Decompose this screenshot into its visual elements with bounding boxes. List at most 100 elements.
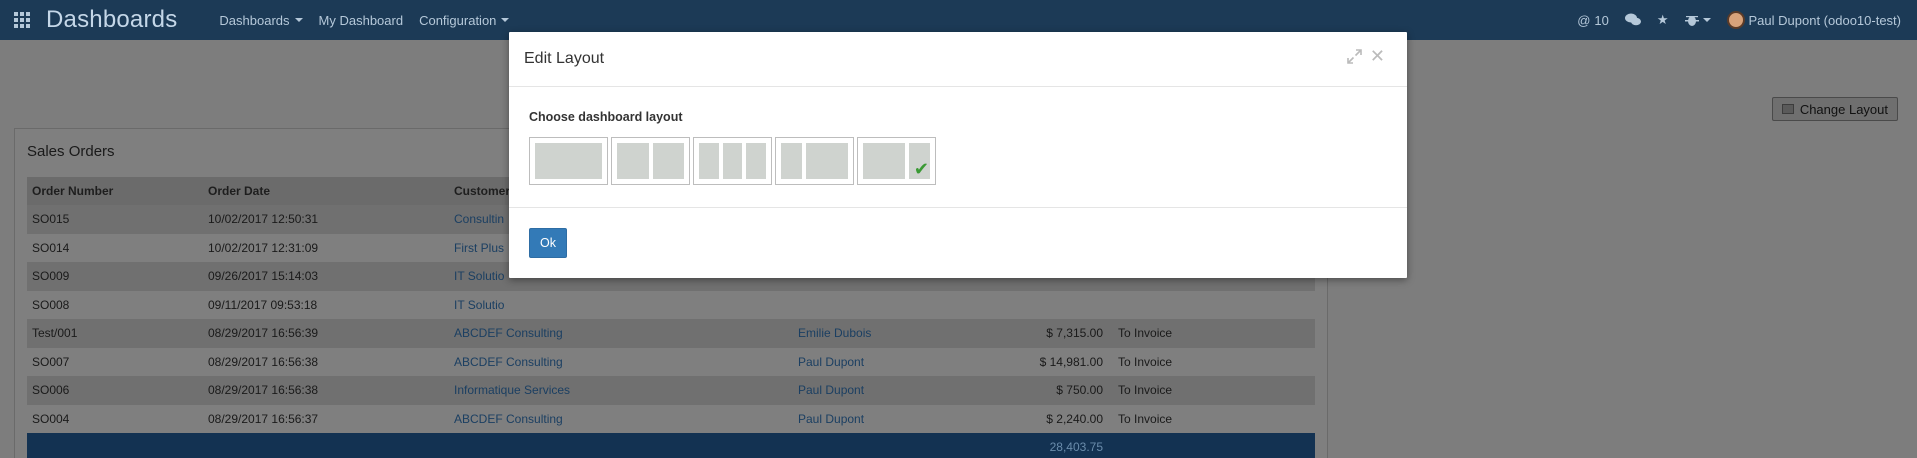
total-row-cell [1113,433,1315,458]
status-cell: To Invoice [1113,404,1315,433]
total-cell: $ 2,240.00 [953,404,1113,433]
menu-configuration-label: Configuration [419,12,497,28]
column-header[interactable]: Order Number [27,177,203,205]
customer-cell[interactable]: Informatique Services [449,376,793,405]
salesperson-cell[interactable]: Emilie Dubois [793,319,953,348]
order-date-cell: 08/29/2017 16:56:38 [203,376,449,405]
order-date-cell: 09/26/2017 15:14:03 [203,262,449,291]
at-icon: @ [1577,12,1591,28]
layout-column [722,143,743,179]
salesperson-cell[interactable] [793,290,953,319]
table-row[interactable]: SO008 09/11/2017 09:53:18 IT Solutio [27,290,1315,319]
layout-column [806,143,848,179]
total-row-cell [449,433,793,458]
layout-icon [1781,104,1794,114]
layout-column [652,143,684,179]
layout-column [699,143,719,179]
caret-down-icon [501,18,510,22]
dialog-body: Choose dashboard layout ✔ [509,87,1407,208]
favorites-button[interactable]: ★ [1657,12,1669,28]
layout-column [535,143,602,179]
layout-option-4[interactable] [775,137,854,185]
customer-cell[interactable]: ABCDEF Consulting [449,404,793,433]
order-date-cell: 08/29/2017 16:56:38 [203,347,449,376]
layout-option-2[interactable] [611,137,690,185]
change-layout-button[interactable]: Change Layout [1771,97,1898,121]
table-row[interactable]: SO007 08/29/2017 16:56:38 ABCDEF Consultin… [27,347,1315,376]
total-row-cell [203,433,449,458]
order-number-cell: Test/001 [27,319,203,348]
customer-cell[interactable]: ABCDEF Consulting [449,347,793,376]
salesperson-cell[interactable]: Paul Dupont [793,347,953,376]
layout-column [781,143,802,179]
order-number-cell: SO014 [27,233,203,262]
customer-cell[interactable]: IT Solutio [449,290,793,319]
table-row[interactable]: SO004 08/29/2017 16:56:37 ABCDEF Consultin… [27,404,1315,433]
order-date-cell: 09/11/2017 09:53:18 [203,290,449,319]
layout-option-5[interactable]: ✔ [857,137,936,185]
debug-menu-button[interactable] [1684,13,1711,27]
dialog-footer: Ok [509,208,1407,278]
salesperson-cell[interactable]: Paul Dupont [793,376,953,405]
caret-down-icon [1702,18,1711,22]
salesperson-cell[interactable]: Paul Dupont [793,404,953,433]
order-number-cell: SO004 [27,404,203,433]
messages-button[interactable] [1624,13,1641,27]
change-layout-label: Change Layout [1799,101,1888,117]
menu-dashboards[interactable]: Dashboards [211,13,310,28]
app-brand: Dashboards [46,6,178,33]
caret-down-icon [294,18,303,22]
menu-my-dashboard[interactable]: My Dashboard [311,13,412,28]
mentions-count: 10 [1594,12,1609,28]
order-number-cell: SO008 [27,290,203,319]
customer-cell[interactable]: ABCDEF Consulting [449,319,793,348]
checkmark-icon: ✔ [913,159,929,179]
layout-option-1[interactable] [529,137,608,185]
order-number-cell: SO015 [27,205,203,234]
status-cell: To Invoice [1113,319,1315,348]
layout-options: ✔ [529,137,936,185]
order-date-cell: 08/29/2017 16:56:39 [203,319,449,348]
avatar [1726,11,1745,29]
close-icon[interactable]: ✕ [1370,46,1385,67]
user-menu[interactable]: Paul Dupont (odoo10-test) [1726,11,1901,29]
order-date-cell: 08/29/2017 16:56:37 [203,404,449,433]
layout-column [863,143,905,179]
panel-title: Sales Orders [27,143,115,160]
ok-button[interactable]: Ok [529,228,567,258]
bug-icon [1684,16,1699,26]
order-number-cell: SO009 [27,262,203,291]
column-header[interactable]: Order Date [203,177,449,205]
layout-column [746,143,766,179]
star-icon: ★ [1656,12,1669,27]
chat-bubbles-icon [1624,13,1641,26]
dialog-header: Edit Layout ✕ [509,32,1407,87]
table-total-row: 28,403.75 [27,433,1315,458]
mentions-button[interactable]: @ 10 [1577,13,1609,28]
apps-menu-icon[interactable] [0,0,44,40]
order-date-cell: 10/02/2017 12:50:31 [203,205,449,234]
menu-dashboards-label: Dashboards [219,12,290,28]
dialog-controls: ✕ [1347,46,1385,67]
total-cell: $ 7,315.00 [953,319,1113,348]
main-menu: Dashboards My Dashboard Configuration [211,13,517,28]
layout-column [617,143,649,179]
total-cell [953,290,1113,319]
status-cell: To Invoice [1113,376,1315,405]
total-row-cell [27,433,203,458]
dialog-title: Edit Layout [524,50,605,67]
status-cell: To Invoice [1113,347,1315,376]
status-cell [1113,290,1315,319]
menu-configuration[interactable]: Configuration [411,13,517,28]
expand-icon[interactable] [1347,49,1362,64]
grand-total: 28,403.75 [953,433,1113,458]
order-number-cell: SO007 [27,347,203,376]
order-date-cell: 10/02/2017 12:31:09 [203,233,449,262]
table-row[interactable]: SO006 08/29/2017 16:56:38 Informatique Ser… [27,376,1315,405]
layout-option-3[interactable] [693,137,772,185]
order-number-cell: SO006 [27,376,203,405]
total-row-cell [793,433,953,458]
table-row[interactable]: Test/001 08/29/2017 16:56:39 ABCDEF Consul… [27,319,1315,348]
edit-layout-dialog: Edit Layout ✕ Choose dashboard layout ✔ … [509,32,1407,278]
systray: @ 10 ★ Paul Dupont (odoo10-test) [1577,0,1901,40]
